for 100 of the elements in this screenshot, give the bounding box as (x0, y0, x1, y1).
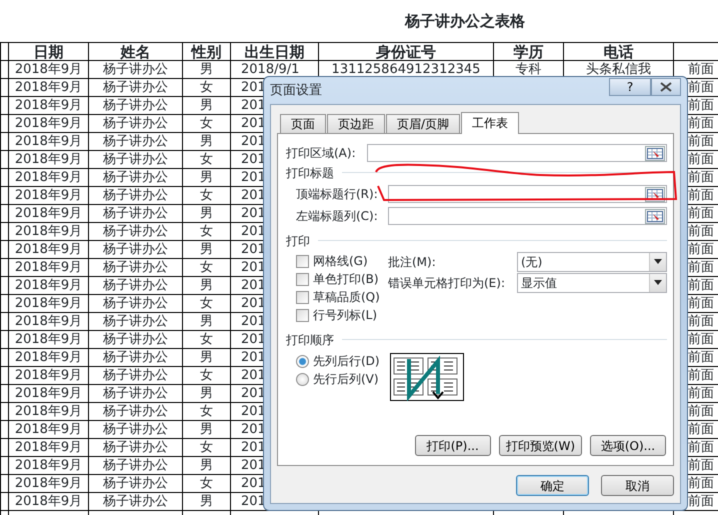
dialog-button[interactable]: 选项(O)... (590, 435, 666, 456)
table-cell: 前面 (688, 170, 714, 184)
table-cell: 杨子讲办公 (103, 134, 168, 148)
table-cell: 2018年9月 (14, 404, 82, 418)
table-cell: 杨子讲办公 (103, 458, 168, 472)
checkbox[interactable] (296, 308, 309, 322)
table-cell: 2018年9月 (14, 242, 82, 256)
dialog-button[interactable]: 打印(P)... (414, 435, 491, 456)
checkbox[interactable] (296, 290, 309, 304)
title-columns-field[interactable] (388, 207, 667, 225)
checkbox[interactable] (296, 254, 309, 268)
close-button[interactable] (651, 78, 681, 96)
table-cell: 前面 (688, 242, 714, 256)
checkbox[interactable] (296, 272, 309, 286)
table-cell: 2018年9月 (14, 368, 82, 382)
sheet-title: 杨子讲办公之表格 (404, 11, 526, 32)
table-cell: 杨子讲办公 (103, 170, 168, 184)
table-cell: 201 (241, 350, 266, 364)
table-cell: 前面 (688, 494, 714, 508)
dialog-title: 页面设置 (270, 82, 322, 100)
tab[interactable]: 页边距 (327, 114, 385, 133)
checkbox-label: 草稿品质(Q) (313, 289, 380, 306)
table-cell: 男 (200, 242, 213, 256)
table-cell: 头条私信我 (586, 62, 651, 76)
table-cell: 女 (200, 152, 213, 166)
table-cell: 杨子讲办公 (103, 242, 168, 256)
radio-button[interactable] (296, 354, 309, 368)
radio-button[interactable] (296, 372, 309, 386)
radio-label: 先列后行(D) (313, 353, 380, 370)
range-select-button[interactable] (645, 146, 665, 160)
table-cell: 2018年9月 (14, 476, 82, 490)
table-cell: 前面 (688, 152, 714, 166)
table-cell: 131125864912312345 (332, 62, 480, 76)
table-cell: 201 (241, 188, 266, 202)
table-cell: 女 (200, 188, 213, 202)
table-cell: 前面 (688, 350, 714, 364)
table-cell: 前面 (688, 224, 714, 238)
table-cell: 杨子讲办公 (103, 404, 168, 418)
table-cell: 201 (241, 260, 266, 274)
range-select-button[interactable] (645, 208, 665, 224)
table-cell: 男 (200, 422, 213, 436)
table-cell: 201 (241, 296, 266, 310)
dropdown-field[interactable]: 显示值 (517, 272, 667, 292)
table-cell: 2018年9月 (14, 62, 82, 76)
table-cell: 201 (241, 206, 266, 220)
help-button[interactable]: ? (609, 78, 651, 96)
table-cell: 2018年9月 (14, 152, 82, 166)
table-cell: 2018年9月 (14, 170, 82, 184)
table-cell: 2018年9月 (14, 260, 82, 274)
table-cell: 女 (200, 332, 213, 346)
table-cell: 2018年9月 (14, 386, 82, 400)
table-cell: 杨子讲办公 (103, 224, 168, 238)
table-cell: 杨子讲办公 (103, 206, 168, 220)
table-cell: 杨子讲办公 (103, 350, 168, 364)
table-cell: 201 (241, 224, 266, 238)
table-cell: 201 (241, 314, 266, 328)
field-label: 错误单元格打印为(E): (388, 274, 506, 292)
ok-button[interactable]: 确定 (516, 475, 589, 496)
table-cell: 杨子讲办公 (103, 440, 168, 454)
table-cell: 前面 (688, 116, 714, 130)
close-icon (660, 82, 672, 92)
cancel-button[interactable]: 取消 (601, 475, 674, 496)
table-cell: 201 (241, 440, 266, 454)
table-cell: 前面 (688, 62, 714, 76)
tab[interactable]: 页面 (280, 114, 326, 133)
table-cell: 前面 (688, 206, 714, 220)
checkbox-label: 单色打印(B) (313, 271, 379, 288)
tab[interactable]: 页眉/页脚 (386, 114, 460, 133)
column-header: 身份证号 (318, 42, 494, 60)
print-area-field[interactable] (367, 144, 667, 162)
tab[interactable]: 工作表 (461, 112, 520, 134)
table-cell: 男 (200, 134, 213, 148)
table-cell: 2018年9月 (14, 98, 82, 112)
table-cell: 男 (200, 494, 213, 508)
table-cell: 前面 (688, 296, 714, 310)
column-header: 性别 (182, 42, 230, 60)
table-cell: 前面 (688, 368, 714, 382)
table-cell: 2018年9月 (14, 332, 82, 346)
table-cell: 2018年9月 (14, 494, 82, 508)
table-cell: 前面 (688, 314, 714, 328)
table-cell: 前面 (688, 458, 714, 472)
dialog-button[interactable]: 打印预览(W) (498, 435, 582, 456)
table-cell: 男 (200, 62, 213, 76)
column-header: 出生日期 (230, 42, 318, 60)
table-cell: 杨子讲办公 (103, 296, 168, 310)
table-cell: 前面 (688, 332, 714, 346)
table-cell: 2018年9月 (14, 224, 82, 238)
section-heading: 打印顺序 (286, 332, 334, 348)
table-cell: 201 (241, 170, 266, 184)
table-cell: 2018年9月 (14, 134, 82, 148)
table-cell: 杨子讲办公 (103, 368, 168, 382)
table-cell: 男 (200, 350, 213, 364)
table-cell: 前面 (688, 476, 714, 490)
dropdown-field[interactable]: (无) (517, 252, 667, 272)
table-cell: 前面 (688, 188, 714, 202)
column-header: 学历 (494, 42, 564, 60)
column-header: 日期 (8, 42, 88, 60)
table-cell: 201 (241, 386, 266, 400)
table-cell: 201 (241, 422, 266, 436)
table-cell: 201 (241, 134, 266, 148)
